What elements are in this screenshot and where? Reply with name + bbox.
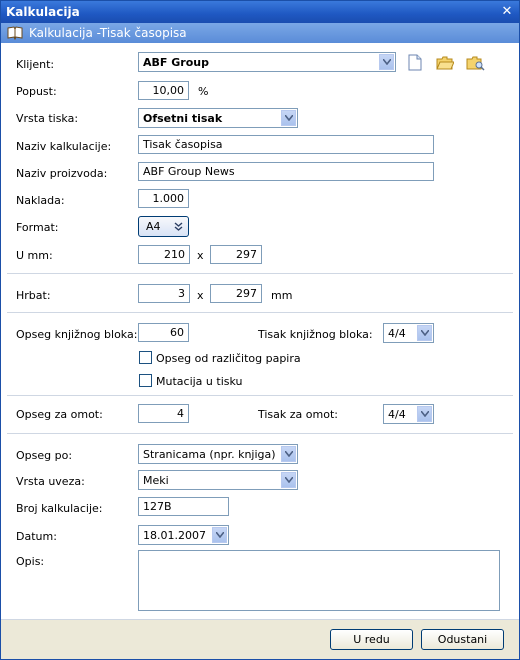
open-folder-icon[interactable] [436,56,454,70]
form-header: Kalkulacija -Tisak časopisa [1,23,519,43]
size-separator: x [197,249,204,262]
book-block-print-label: Tisak knjižnog bloka: [258,328,373,341]
description-textarea[interactable] [138,550,500,611]
print-type-select[interactable]: Ofsetni tisak [138,108,298,128]
spine-separator: x [197,289,204,302]
size-height-input[interactable]: 297 [210,245,262,264]
format-value: A4 [146,220,161,233]
binding-type-select[interactable]: Meki [138,470,298,490]
client-select[interactable]: ABF Group [138,52,396,72]
spine-label: Hrbat: [16,289,51,302]
book-block-print-value: 4/4 [388,327,406,340]
form-title: Kalkulacija -Tisak časopisa [29,26,187,40]
extent-by-value: Stranicama (npr. knjiga) [143,448,276,461]
size-mm-label: U mm: [16,249,53,262]
print-mutation-checkbox[interactable] [139,374,152,387]
cover-extent-label: Opseg za omot: [16,408,103,421]
cover-extent-input[interactable]: 4 [138,404,189,423]
cover-print-label: Tisak za omot: [258,408,338,421]
product-name-input[interactable]: ABF Group News [138,162,434,181]
print-type-value: Ofsetni tisak [143,112,223,125]
different-paper-label: Opseg od različitog papira [156,352,301,365]
book-block-print-select[interactable]: 4/4 [383,323,434,343]
date-picker[interactable]: 18.01.2007 [138,525,229,545]
spine-height-input[interactable]: 297 [210,284,262,303]
divider [7,395,513,396]
chevron-down-icon[interactable] [379,54,394,70]
chevron-down-icon[interactable] [281,110,296,126]
extent-by-select[interactable]: Stranicama (npr. knjiga) [138,444,298,464]
divider [7,312,513,313]
product-name-label: Naziv proizvoda: [16,167,108,180]
book-icon [7,26,23,40]
size-width-input[interactable]: 210 [138,245,190,264]
client-value: ABF Group [143,56,209,69]
format-select[interactable]: A4 [138,216,189,237]
chevron-down-icon[interactable] [417,325,432,341]
calculation-name-label: Naziv kalkulacije: [16,140,112,153]
ok-button[interactable]: U redu [330,629,413,650]
window-title: Kalkulacija [6,5,80,19]
chevron-down-icon[interactable] [281,472,296,488]
binding-type-label: Vrsta uveza: [16,475,85,488]
discount-label: Popust: [16,85,57,98]
book-block-extent-label: Opseg knjižnog bloka: [16,328,138,341]
book-block-extent-input[interactable]: 60 [138,323,189,342]
discount-input[interactable]: 10,00 [138,81,189,100]
client-label: Klijent: [16,58,55,71]
calculation-number-label: Broj kalkulacije: [16,502,103,515]
new-document-icon[interactable] [407,54,423,71]
divider [7,433,513,434]
extent-by-label: Opseg po: [16,449,73,462]
print-mutation-label: Mutacija u tisku [156,375,243,388]
chevron-down-icon[interactable] [281,446,296,462]
spine-width-input[interactable]: 3 [138,284,190,303]
format-label: Format: [16,221,59,234]
cover-print-select[interactable]: 4/4 [383,404,434,424]
description-label: Opis: [16,555,45,568]
print-run-label: Naklada: [16,194,65,207]
spine-unit: mm [271,289,293,302]
chevron-down-icon[interactable] [212,527,227,543]
calculation-name-input[interactable]: Tisak časopisa [138,135,434,154]
different-paper-checkbox[interactable] [139,351,152,364]
dialog-footer: U redu Odustani [1,619,519,659]
close-icon[interactable]: ✕ [499,4,515,20]
print-run-input[interactable]: 1.000 [138,189,189,208]
print-type-label: Vrsta tiska: [16,112,79,125]
title-bar[interactable]: Kalkulacija ✕ [1,1,519,23]
binding-type-value: Meki [143,474,169,487]
date-value: 18.01.2007 [143,529,206,542]
calculation-number-input[interactable]: 127B [138,497,229,516]
double-chevron-down-icon [174,222,183,231]
cancel-button[interactable]: Odustani [421,629,504,650]
date-label: Datum: [16,530,57,543]
dialog-window: Kalkulacija ✕ Kalkulacija -Tisak časopis… [0,0,520,660]
search-folder-icon[interactable] [466,56,485,71]
discount-unit: % [198,85,209,98]
chevron-down-icon[interactable] [417,406,432,422]
cover-print-value: 4/4 [388,408,406,421]
divider [7,273,513,274]
